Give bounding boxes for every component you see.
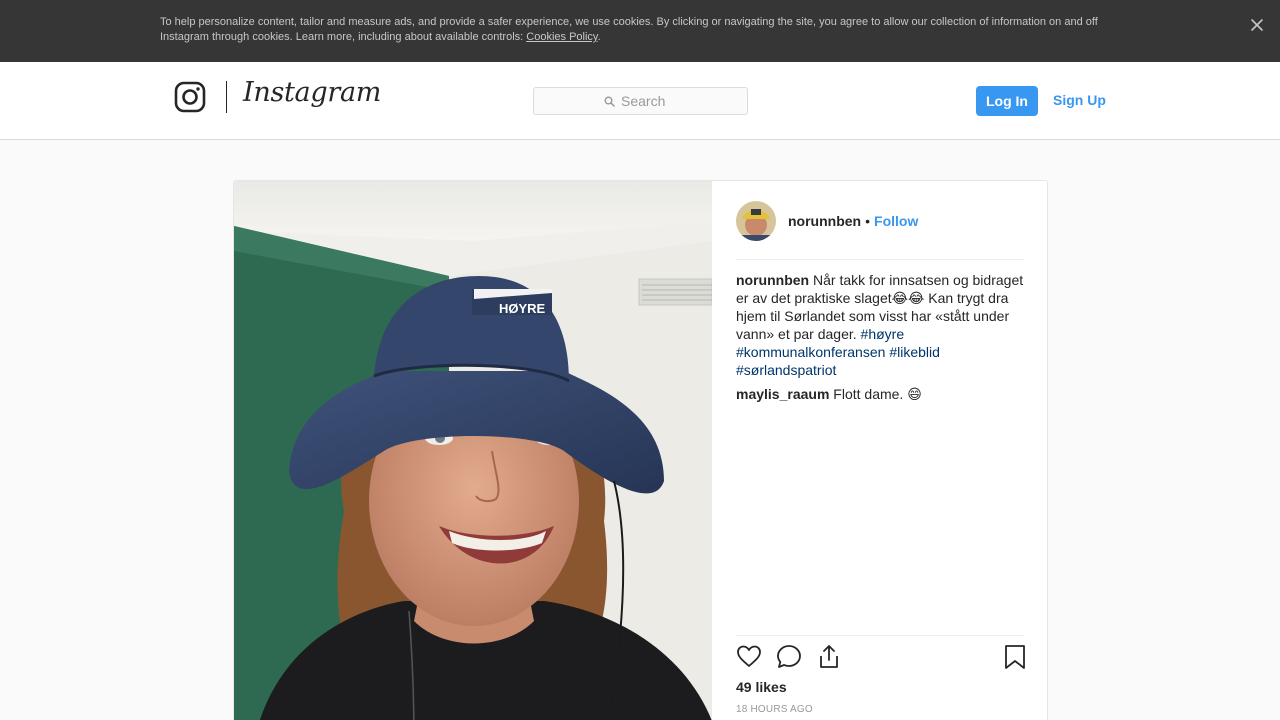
- hashtag-link[interactable]: #sørlandspatriot: [736, 362, 836, 378]
- header-divider: [226, 81, 227, 113]
- post-sidebar: norunnben • Follow norunnben Når takk fo…: [736, 181, 1025, 720]
- instagram-wordmark[interactable]: Instagram: [243, 77, 381, 108]
- log-in-button[interactable]: Log In: [976, 86, 1038, 116]
- post-author-username[interactable]: norunnben: [788, 213, 861, 229]
- share-icon[interactable]: [816, 643, 842, 671]
- sign-up-link[interactable]: Sign Up: [1053, 92, 1106, 108]
- hashtag-link[interactable]: #kommunalkonferansen: [736, 344, 885, 360]
- top-header: Instagram Log In Sign Up: [0, 62, 1280, 140]
- bookmark-icon[interactable]: [1002, 643, 1028, 671]
- heart-icon[interactable]: [736, 643, 762, 671]
- comment-username[interactable]: maylis_raaum: [736, 386, 829, 402]
- search-box[interactable]: [533, 87, 748, 115]
- divider: [736, 635, 1024, 636]
- separator-dot: •: [865, 213, 871, 229]
- hashtag-link[interactable]: #høyre: [861, 326, 905, 342]
- post-timestamp[interactable]: 18 HOURS AGO: [736, 704, 813, 715]
- comment-text: Flott dame. 😄: [833, 386, 922, 402]
- likes-count[interactable]: 49 likes: [736, 679, 787, 695]
- cookie-message: To help personalize content, tailor and …: [160, 16, 1098, 43]
- close-icon[interactable]: [1247, 15, 1267, 35]
- avatar[interactable]: [736, 201, 776, 241]
- instagram-glyph-icon[interactable]: [174, 81, 206, 113]
- follow-button[interactable]: Follow: [874, 213, 918, 229]
- search-icon: [604, 96, 615, 107]
- search-input[interactable]: [621, 93, 741, 109]
- cookie-banner: To help personalize content, tailor and …: [0, 0, 1280, 62]
- post-caption: norunnben Når takk for innsatsen og bidr…: [736, 271, 1024, 379]
- post-card: HØYRE norunnben • Follow norunnben Når t…: [233, 180, 1048, 720]
- comment-item: maylis_raaum Flott dame. 😄: [736, 385, 1024, 403]
- hat-logo-text: HØYRE: [499, 301, 546, 316]
- cookies-policy-link[interactable]: Cookies Policy: [526, 31, 597, 43]
- post-actions: [736, 643, 1025, 673]
- post-author-row: norunnben • Follow: [736, 201, 1024, 241]
- cookie-banner-text: To help personalize content, tailor and …: [160, 15, 1120, 45]
- divider: [736, 259, 1024, 260]
- comment-icon[interactable]: [776, 643, 802, 671]
- cookie-trailing-punct: .: [597, 31, 601, 43]
- caption-username[interactable]: norunnben: [736, 272, 809, 288]
- hashtag-link[interactable]: #likeblid: [889, 344, 940, 360]
- post-photo[interactable]: HØYRE: [234, 181, 712, 720]
